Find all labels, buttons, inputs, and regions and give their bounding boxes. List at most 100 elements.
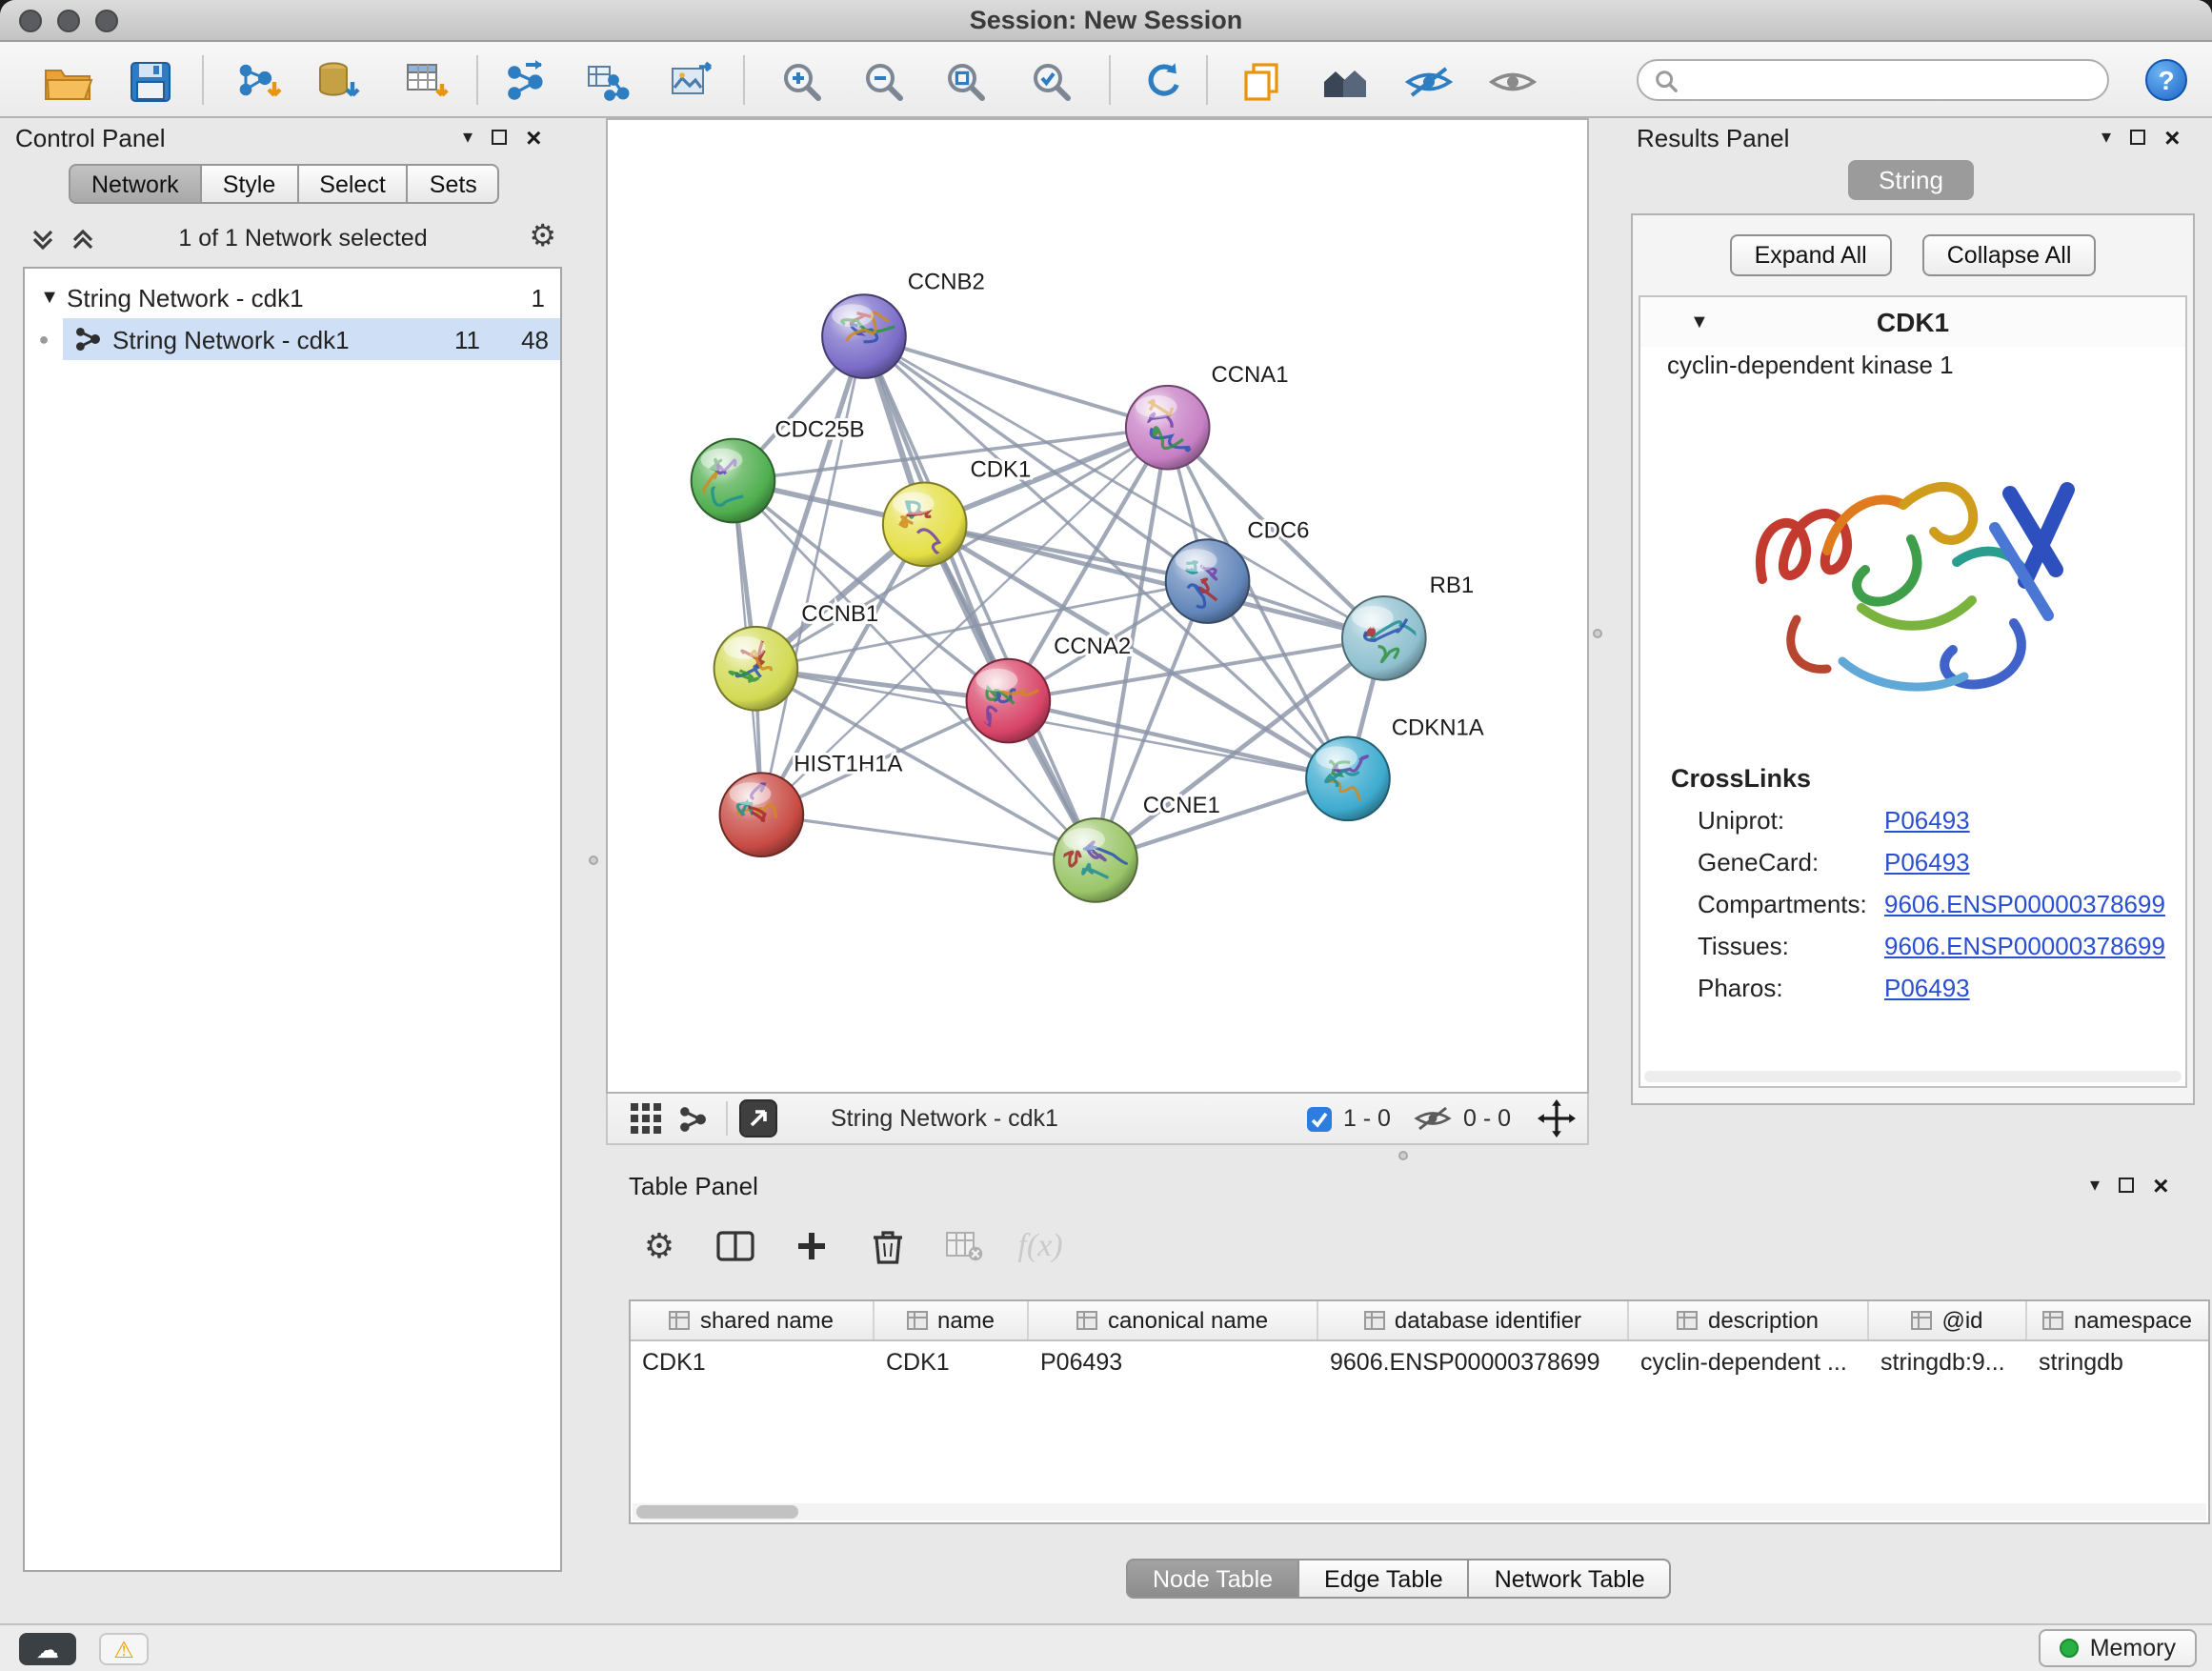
collapse-all-button[interactable]: Collapse All	[1922, 234, 2097, 276]
horizontal-scrollbar[interactable]	[633, 1503, 2206, 1520]
import-network-from-database-button[interactable]	[314, 57, 364, 107]
network-node-HIST1H1A[interactable]: HIST1H1A	[720, 751, 903, 856]
column-header[interactable]: shared name	[631, 1301, 875, 1339]
network-node-CCNA1[interactable]: CCNA1	[1126, 362, 1289, 470]
tab-select[interactable]: Select	[298, 164, 409, 204]
network-node-CCNB1[interactable]: CCNB1	[714, 601, 879, 711]
results-scrollbar[interactable]	[1644, 1071, 2182, 1082]
column-header[interactable]: @id	[1869, 1301, 2027, 1339]
tab-network[interactable]: Network	[69, 164, 202, 204]
selected-indicator-checkbox[interactable]	[1307, 1106, 1332, 1131]
apply-layout-button[interactable]	[1139, 57, 1189, 107]
tab-network-table[interactable]: Network Table	[1470, 1559, 1672, 1599]
close-panel-icon[interactable]: ×	[526, 124, 541, 151]
zoom-window-button[interactable]	[95, 10, 118, 32]
show-columns-button[interactable]	[714, 1225, 756, 1267]
column-header[interactable]: description	[1629, 1301, 1869, 1339]
float-panel-icon[interactable]	[492, 130, 507, 145]
splitter-handle[interactable]	[1398, 1151, 1408, 1160]
close-window-button[interactable]	[19, 10, 42, 32]
home-networks-button[interactable]	[1320, 57, 1370, 107]
results-panel-title: Results Panel	[1637, 123, 1789, 151]
pan-crosshair-icon[interactable]	[1538, 1099, 1576, 1137]
help-button[interactable]: ?	[2145, 59, 2187, 101]
column-header[interactable]: name	[875, 1301, 1029, 1339]
zoom-fit-button[interactable]	[941, 57, 991, 107]
network-node-CCNB2[interactable]: CCNB2	[822, 269, 985, 378]
crosslink-compartments-link[interactable]: 9606.ENSP00000378699	[1884, 890, 2165, 918]
node-label-CCNB1: CCNB1	[801, 601, 878, 627]
export-image-button[interactable]	[667, 57, 716, 107]
title-bar: Session: New Session	[0, 0, 2212, 42]
crosslink-uniprot-link[interactable]: P06493	[1884, 806, 1970, 835]
close-panel-icon[interactable]: ×	[2164, 124, 2180, 151]
expand-collapse-icon[interactable]: ▼	[32, 287, 67, 308]
network-edge-HIST1H1A-CCNE1[interactable]	[761, 815, 1096, 860]
table-settings-button[interactable]: ⚙	[638, 1225, 680, 1267]
birds-eye-grid-button[interactable]	[623, 1097, 669, 1139]
network-view-canvas[interactable]: CCNB2CCNA1CDC25BCDK1CDC6RB1CCNB1CCNA2CDK…	[606, 118, 1589, 1094]
close-panel-icon[interactable]: ×	[2153, 1172, 2168, 1198]
panel-menu-icon[interactable]: ▾	[2090, 1175, 2100, 1196]
expand-all-button[interactable]: Expand All	[1730, 234, 1892, 276]
search-input[interactable]	[1686, 67, 2107, 93]
panel-menu-icon[interactable]: ▾	[2101, 127, 2111, 148]
zoom-in-button[interactable]	[777, 57, 827, 107]
function-builder-button[interactable]: f(x)	[1019, 1225, 1061, 1267]
network-overview-button[interactable]	[669, 1097, 714, 1139]
houses-icon	[1320, 63, 1370, 101]
tab-style[interactable]: Style	[202, 164, 299, 204]
open-session-button[interactable]	[44, 57, 93, 107]
show-all-button[interactable]	[1488, 57, 1538, 107]
create-column-button[interactable]	[791, 1225, 833, 1267]
crosslink-tissues-link[interactable]: 9606.ENSP00000378699	[1884, 932, 2165, 960]
float-panel-icon[interactable]	[2119, 1178, 2134, 1193]
table-row[interactable]: CDK1 CDK1 P06493 9606.ENSP00000378699 cy…	[631, 1341, 2208, 1381]
zoom-selected-button[interactable]	[1027, 57, 1076, 107]
string-tab-badge[interactable]: String	[1848, 160, 1974, 200]
save-session-button[interactable]	[126, 57, 175, 107]
network-node-RB1[interactable]: RB1	[1342, 573, 1474, 680]
duplicate-documents-button[interactable]	[1237, 57, 1286, 107]
column-header[interactable]: namespace	[2027, 1301, 2208, 1339]
network-node-CCNA2[interactable]: CCNA2	[967, 634, 1132, 743]
scr ollbar-thumb[interactable]	[636, 1505, 798, 1519]
column-header[interactable]: database identifier	[1318, 1301, 1629, 1339]
open-in-new-window-button[interactable]	[739, 1099, 777, 1137]
network-collection-row[interactable]: ▼ String Network - cdk1 1	[25, 276, 560, 318]
eye-slash-icon	[1404, 65, 1454, 99]
import-network-from-file-button[interactable]	[234, 57, 284, 107]
minimize-window-button[interactable]	[57, 10, 80, 32]
crosslink-genecard-link[interactable]: P06493	[1884, 848, 1970, 876]
network-edge-CCNB2-CCNE1[interactable]	[864, 336, 1096, 860]
new-network-from-table-button[interactable]	[583, 57, 633, 107]
network-graph[interactable]: CCNB2CCNA1CDC25BCDK1CDC6RB1CCNB1CCNA2CDK…	[608, 120, 1587, 1092]
sort-icon	[907, 1311, 928, 1330]
tab-sets[interactable]: Sets	[409, 164, 500, 204]
network-edge-CCNA2-CDKN1A[interactable]	[1008, 701, 1348, 779]
tab-node-table[interactable]: Node Table	[1126, 1559, 1299, 1599]
column-header[interactable]: canonical name	[1029, 1301, 1318, 1339]
node-label-CCNA2: CCNA2	[1054, 634, 1131, 659]
import-table-from-file-button[interactable]	[402, 57, 452, 107]
delete-table-button[interactable]	[943, 1225, 985, 1267]
delete-column-button[interactable]	[867, 1225, 909, 1267]
zoom-out-button[interactable]	[859, 57, 909, 107]
splitter-handle[interactable]	[1593, 629, 1602, 638]
panel-menu-icon[interactable]: ▾	[463, 127, 473, 148]
new-network-from-selection-button[interactable]	[501, 57, 551, 107]
tab-edge-table[interactable]: Edge Table	[1299, 1559, 1470, 1599]
splitter-handle[interactable]	[589, 856, 598, 865]
warnings-button[interactable]: ⚠	[99, 1633, 149, 1665]
crosslink-pharos-link[interactable]: P06493	[1884, 974, 1970, 1002]
memory-button[interactable]: Memory	[2039, 1629, 2197, 1667]
network-edge-CCNB2-HIST1H1A[interactable]	[761, 336, 864, 815]
gear-icon[interactable]: ⚙	[529, 223, 556, 253]
network-edge-CCNB2-CCNA1[interactable]	[864, 336, 1168, 428]
float-panel-icon[interactable]	[2130, 130, 2145, 145]
cloud-button[interactable]: ☁	[19, 1633, 76, 1665]
collapse-section-icon[interactable]: ▼	[1690, 312, 1709, 332]
network-row-selected[interactable]: ● String Network - cdk1 11 48	[25, 318, 560, 360]
network-node-CDKN1A[interactable]: CDKN1A	[1306, 715, 1484, 820]
hide-selected-button[interactable]	[1404, 57, 1454, 107]
